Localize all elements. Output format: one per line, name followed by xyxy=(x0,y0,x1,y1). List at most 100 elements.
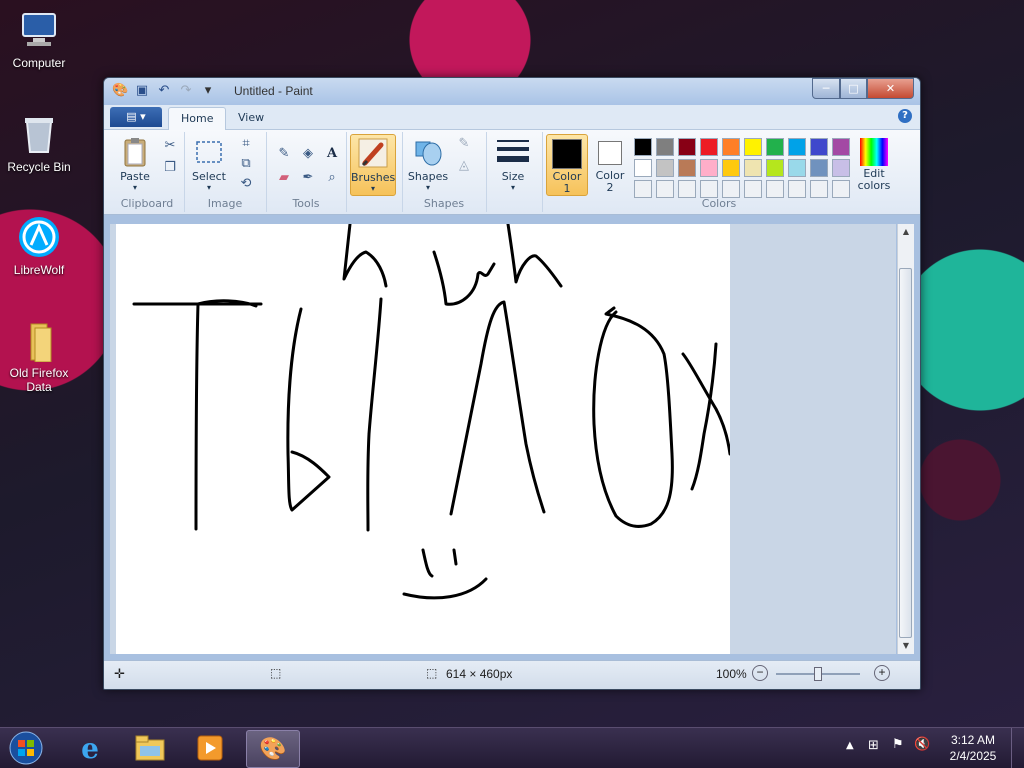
palette-swatch[interactable] xyxy=(832,138,850,156)
quick-access-toolbar: 🎨 ▣ ↶ ↷ ▾ xyxy=(112,83,216,99)
palette-swatch[interactable] xyxy=(766,138,784,156)
crop-icon[interactable]: ⌗ xyxy=(236,134,256,154)
taskbar-internet-explorer[interactable]: e xyxy=(64,730,116,766)
size-group: Size ▾ xyxy=(486,132,543,212)
color2-button[interactable]: Color 2 xyxy=(590,134,630,194)
zoom-in-button[interactable]: + xyxy=(874,665,890,681)
start-button[interactable] xyxy=(0,730,52,766)
copy-icon[interactable]: ❐ xyxy=(160,158,180,178)
palette-swatch[interactable] xyxy=(832,159,850,177)
minimize-button[interactable]: ─ xyxy=(812,78,840,99)
internet-explorer-icon: e xyxy=(81,731,99,765)
palette-swatch[interactable] xyxy=(810,138,828,156)
custom-color-slot[interactable] xyxy=(810,180,828,198)
taskbar-media-player[interactable] xyxy=(184,730,236,766)
colors-group: Color 1 Color 2 Edit colors Colors xyxy=(542,132,896,212)
desktop-icon-librewolf[interactable]: LibreWolf xyxy=(1,215,77,277)
show-hidden-icons-button[interactable]: ▲ xyxy=(846,740,854,751)
palette-swatch[interactable] xyxy=(788,138,806,156)
outline-icon[interactable]: ✎ xyxy=(454,134,474,154)
taskbar-paint[interactable]: 🎨 xyxy=(246,730,300,768)
file-menu-button[interactable]: ▤ ▾ xyxy=(110,107,162,127)
text-tool-icon[interactable]: A xyxy=(322,144,342,164)
close-button[interactable]: ✕ xyxy=(867,78,914,99)
edit-colors-label-line2: colors xyxy=(857,179,891,192)
fill-icon[interactable]: ◬ xyxy=(454,156,474,176)
palette-swatch[interactable] xyxy=(744,159,762,177)
paste-button[interactable]: Paste ▾ xyxy=(114,136,156,192)
maximize-button[interactable]: □ xyxy=(840,78,867,99)
desktop-icon-old-firefox-data[interactable]: Old Firefox Data xyxy=(1,318,77,394)
eraser-icon[interactable]: ▰ xyxy=(274,168,294,188)
desktop-icon-recycle-bin[interactable]: Recycle Bin xyxy=(1,112,77,174)
color1-button[interactable]: Color 1 xyxy=(546,134,588,196)
palette-swatch[interactable] xyxy=(788,159,806,177)
help-icon[interactable]: ? xyxy=(898,109,912,123)
title-bar[interactable]: 🎨 ▣ ↶ ↷ ▾ Untitled - Paint ─ □ ✕ xyxy=(104,78,920,105)
zoom-slider-thumb[interactable] xyxy=(814,667,822,681)
color1-label: Color 1 xyxy=(547,171,587,195)
color-wheel-icon xyxy=(860,138,888,166)
select-button[interactable]: Select ▾ xyxy=(188,136,230,192)
palette-swatch[interactable] xyxy=(678,159,696,177)
palette-swatch[interactable] xyxy=(634,138,652,156)
palette-swatch[interactable] xyxy=(656,159,674,177)
brushes-button[interactable]: Brushes ▾ xyxy=(350,134,396,196)
custom-color-slot[interactable] xyxy=(832,180,850,198)
custom-color-slot[interactable] xyxy=(700,180,718,198)
custom-color-slot[interactable] xyxy=(744,180,762,198)
paint-window: 🎨 ▣ ↶ ↷ ▾ Untitled - Paint ─ □ ✕ ▤ ▾ Hom… xyxy=(103,77,921,690)
custom-color-slot[interactable] xyxy=(766,180,784,198)
custom-color-slot[interactable] xyxy=(634,180,652,198)
color-picker-icon[interactable]: ✒ xyxy=(298,168,318,188)
resize-icon[interactable]: ⧉ xyxy=(236,154,256,174)
shapes-button[interactable]: Shapes ▾ xyxy=(406,136,450,192)
paste-dropdown-icon: ▾ xyxy=(132,183,137,192)
vertical-scrollbar[interactable]: ▲ ▼ xyxy=(897,224,914,654)
zoom-slider[interactable] xyxy=(776,667,860,681)
redo-icon[interactable]: ↷ xyxy=(178,83,194,99)
tab-home[interactable]: Home xyxy=(168,107,227,130)
palette-swatch[interactable] xyxy=(656,138,674,156)
palette-swatch[interactable] xyxy=(766,159,784,177)
action-center-flag-icon[interactable]: ⚑ xyxy=(892,737,904,752)
show-desktop-button[interactable] xyxy=(1011,728,1024,768)
palette-swatch[interactable] xyxy=(634,159,652,177)
size-dropdown-icon: ▾ xyxy=(510,183,515,192)
palette-swatch[interactable] xyxy=(810,159,828,177)
palette-swatch[interactable] xyxy=(722,138,740,156)
cut-icon[interactable]: ✂ xyxy=(160,136,180,156)
save-icon[interactable]: ▣ xyxy=(134,83,150,99)
zoom-out-button[interactable]: − xyxy=(752,665,768,681)
customize-qat-icon[interactable]: ▾ xyxy=(200,83,216,99)
fill-bucket-icon[interactable]: ◈ xyxy=(298,144,318,164)
edit-colors-button[interactable]: Edit colors xyxy=(852,134,896,192)
scroll-up-icon[interactable]: ▲ xyxy=(898,224,914,240)
desktop-icon-computer[interactable]: Computer xyxy=(1,8,77,70)
scroll-thumb[interactable] xyxy=(899,268,912,638)
taskbar-file-explorer[interactable] xyxy=(124,730,176,766)
palette-swatch[interactable] xyxy=(700,138,718,156)
size-button[interactable]: Size ▾ xyxy=(490,136,536,192)
paste-label: Paste xyxy=(120,170,150,183)
paint-app-icon[interactable]: 🎨 xyxy=(112,83,128,99)
rotate-icon[interactable]: ⟲ xyxy=(236,174,256,194)
palette-swatch[interactable] xyxy=(744,138,762,156)
custom-color-slot[interactable] xyxy=(656,180,674,198)
palette-swatch[interactable] xyxy=(678,138,696,156)
network-icon[interactable]: ⊞ xyxy=(868,738,879,753)
line-size-icon xyxy=(497,136,529,168)
tab-view[interactable]: View xyxy=(226,107,276,129)
custom-color-slot[interactable] xyxy=(678,180,696,198)
palette-swatch[interactable] xyxy=(722,159,740,177)
volume-muted-icon[interactable]: 🔇 xyxy=(914,737,930,752)
undo-icon[interactable]: ↶ xyxy=(156,83,172,99)
palette-swatch[interactable] xyxy=(700,159,718,177)
system-clock[interactable]: 3:12 AM 2/4/2025 xyxy=(942,732,1004,764)
drawing-canvas[interactable] xyxy=(116,224,732,654)
scroll-down-icon[interactable]: ▼ xyxy=(898,638,914,654)
magnifier-icon[interactable]: ⌕ xyxy=(322,168,342,188)
custom-color-slot[interactable] xyxy=(788,180,806,198)
custom-color-slot[interactable] xyxy=(722,180,740,198)
pencil-icon[interactable]: ✎ xyxy=(274,144,294,164)
